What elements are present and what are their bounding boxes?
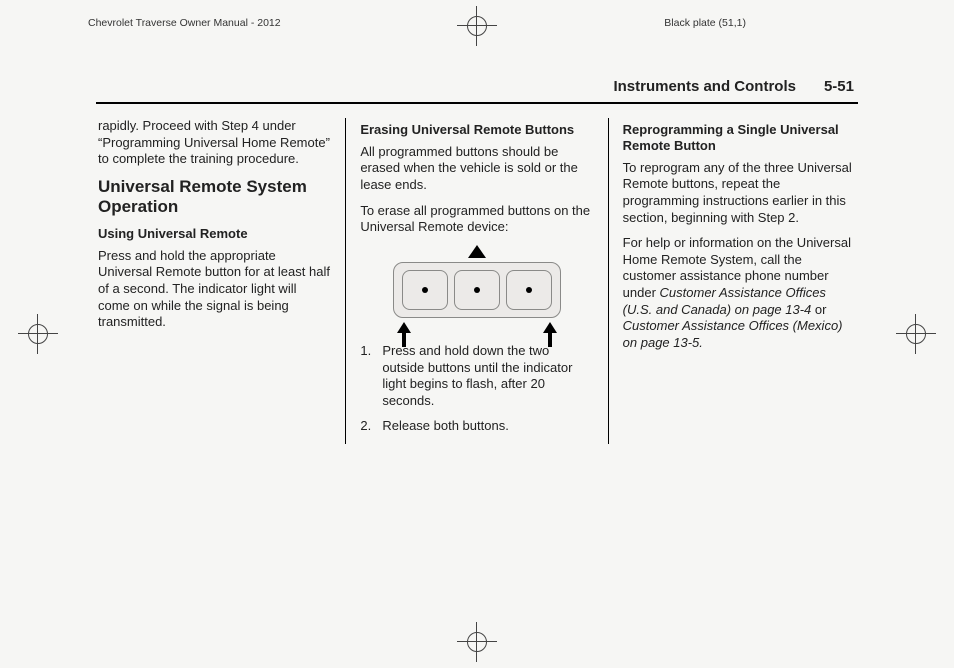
continuation-paragraph: rapidly. Proceed with Step 4 under “Prog…	[98, 118, 331, 168]
remote-button-left-icon	[402, 270, 448, 310]
arrow-up-left-icon	[397, 322, 411, 333]
dot-icon	[422, 287, 428, 293]
subheading-erasing-buttons: Erasing Universal Remote Buttons	[360, 122, 593, 138]
section-title: Instruments and Controls	[613, 78, 796, 95]
heading-universal-remote-system-operation: Universal Remote System Operation	[98, 177, 331, 217]
column-1: rapidly. Proceed with Step 4 under “Prog…	[96, 118, 345, 444]
paragraph-assistance-references: For help or information on the Universal…	[623, 235, 856, 351]
page-number: 5-51	[824, 78, 854, 95]
dot-icon	[474, 287, 480, 293]
erase-steps-list: Press and hold down the two outside butt…	[360, 343, 593, 435]
text-run: or	[815, 302, 827, 317]
print-sheet: Chevrolet Traverse Owner Manual - 2012 B…	[0, 0, 954, 668]
indicator-light-icon	[468, 245, 486, 258]
registration-mark-right	[896, 314, 936, 354]
page-body: Instruments and Controls 5-51 rapidly. P…	[96, 78, 858, 444]
registration-mark-bottom	[457, 622, 497, 662]
arrow-up-right-icon	[543, 322, 557, 333]
universal-remote-illustration	[360, 245, 593, 333]
step-item: Press and hold down the two outside butt…	[360, 343, 593, 410]
manual-title: Chevrolet Traverse Owner Manual - 2012	[88, 17, 281, 29]
paragraph-erase-when-sold: All programmed buttons should be erased …	[360, 144, 593, 194]
registration-mark-left	[18, 314, 58, 354]
paragraph-reprogram-instruction: To reprogram any of the three Universal …	[623, 160, 856, 227]
remote-button-right-icon	[506, 270, 552, 310]
plate-label: Black plate (51,1)	[664, 17, 746, 29]
running-head: Instruments and Controls 5-51	[96, 78, 858, 104]
subheading-reprogram-single: Reprogramming a Single Universal Remote …	[623, 122, 856, 154]
press-arrows-icon	[397, 322, 557, 333]
remote-unit-icon	[393, 262, 561, 318]
remote-button-center-icon	[454, 270, 500, 310]
paragraph-using-remote: Press and hold the appropriate Universal…	[98, 248, 331, 331]
subheading-using-universal-remote: Using Universal Remote	[98, 226, 331, 242]
paragraph-erase-instruction-lead: To erase all programmed buttons on the U…	[360, 203, 593, 236]
three-column-layout: rapidly. Proceed with Step 4 under “Prog…	[96, 118, 858, 444]
cross-reference-mexico: Customer Assistance Offices (Mexico) on …	[623, 318, 843, 350]
step-item: Release both buttons.	[360, 418, 593, 435]
column-2: Erasing Universal Remote Buttons All pro…	[345, 118, 608, 444]
dot-icon	[526, 287, 532, 293]
column-3: Reprogramming a Single Universal Remote …	[609, 118, 858, 444]
registration-mark-top	[457, 6, 497, 46]
